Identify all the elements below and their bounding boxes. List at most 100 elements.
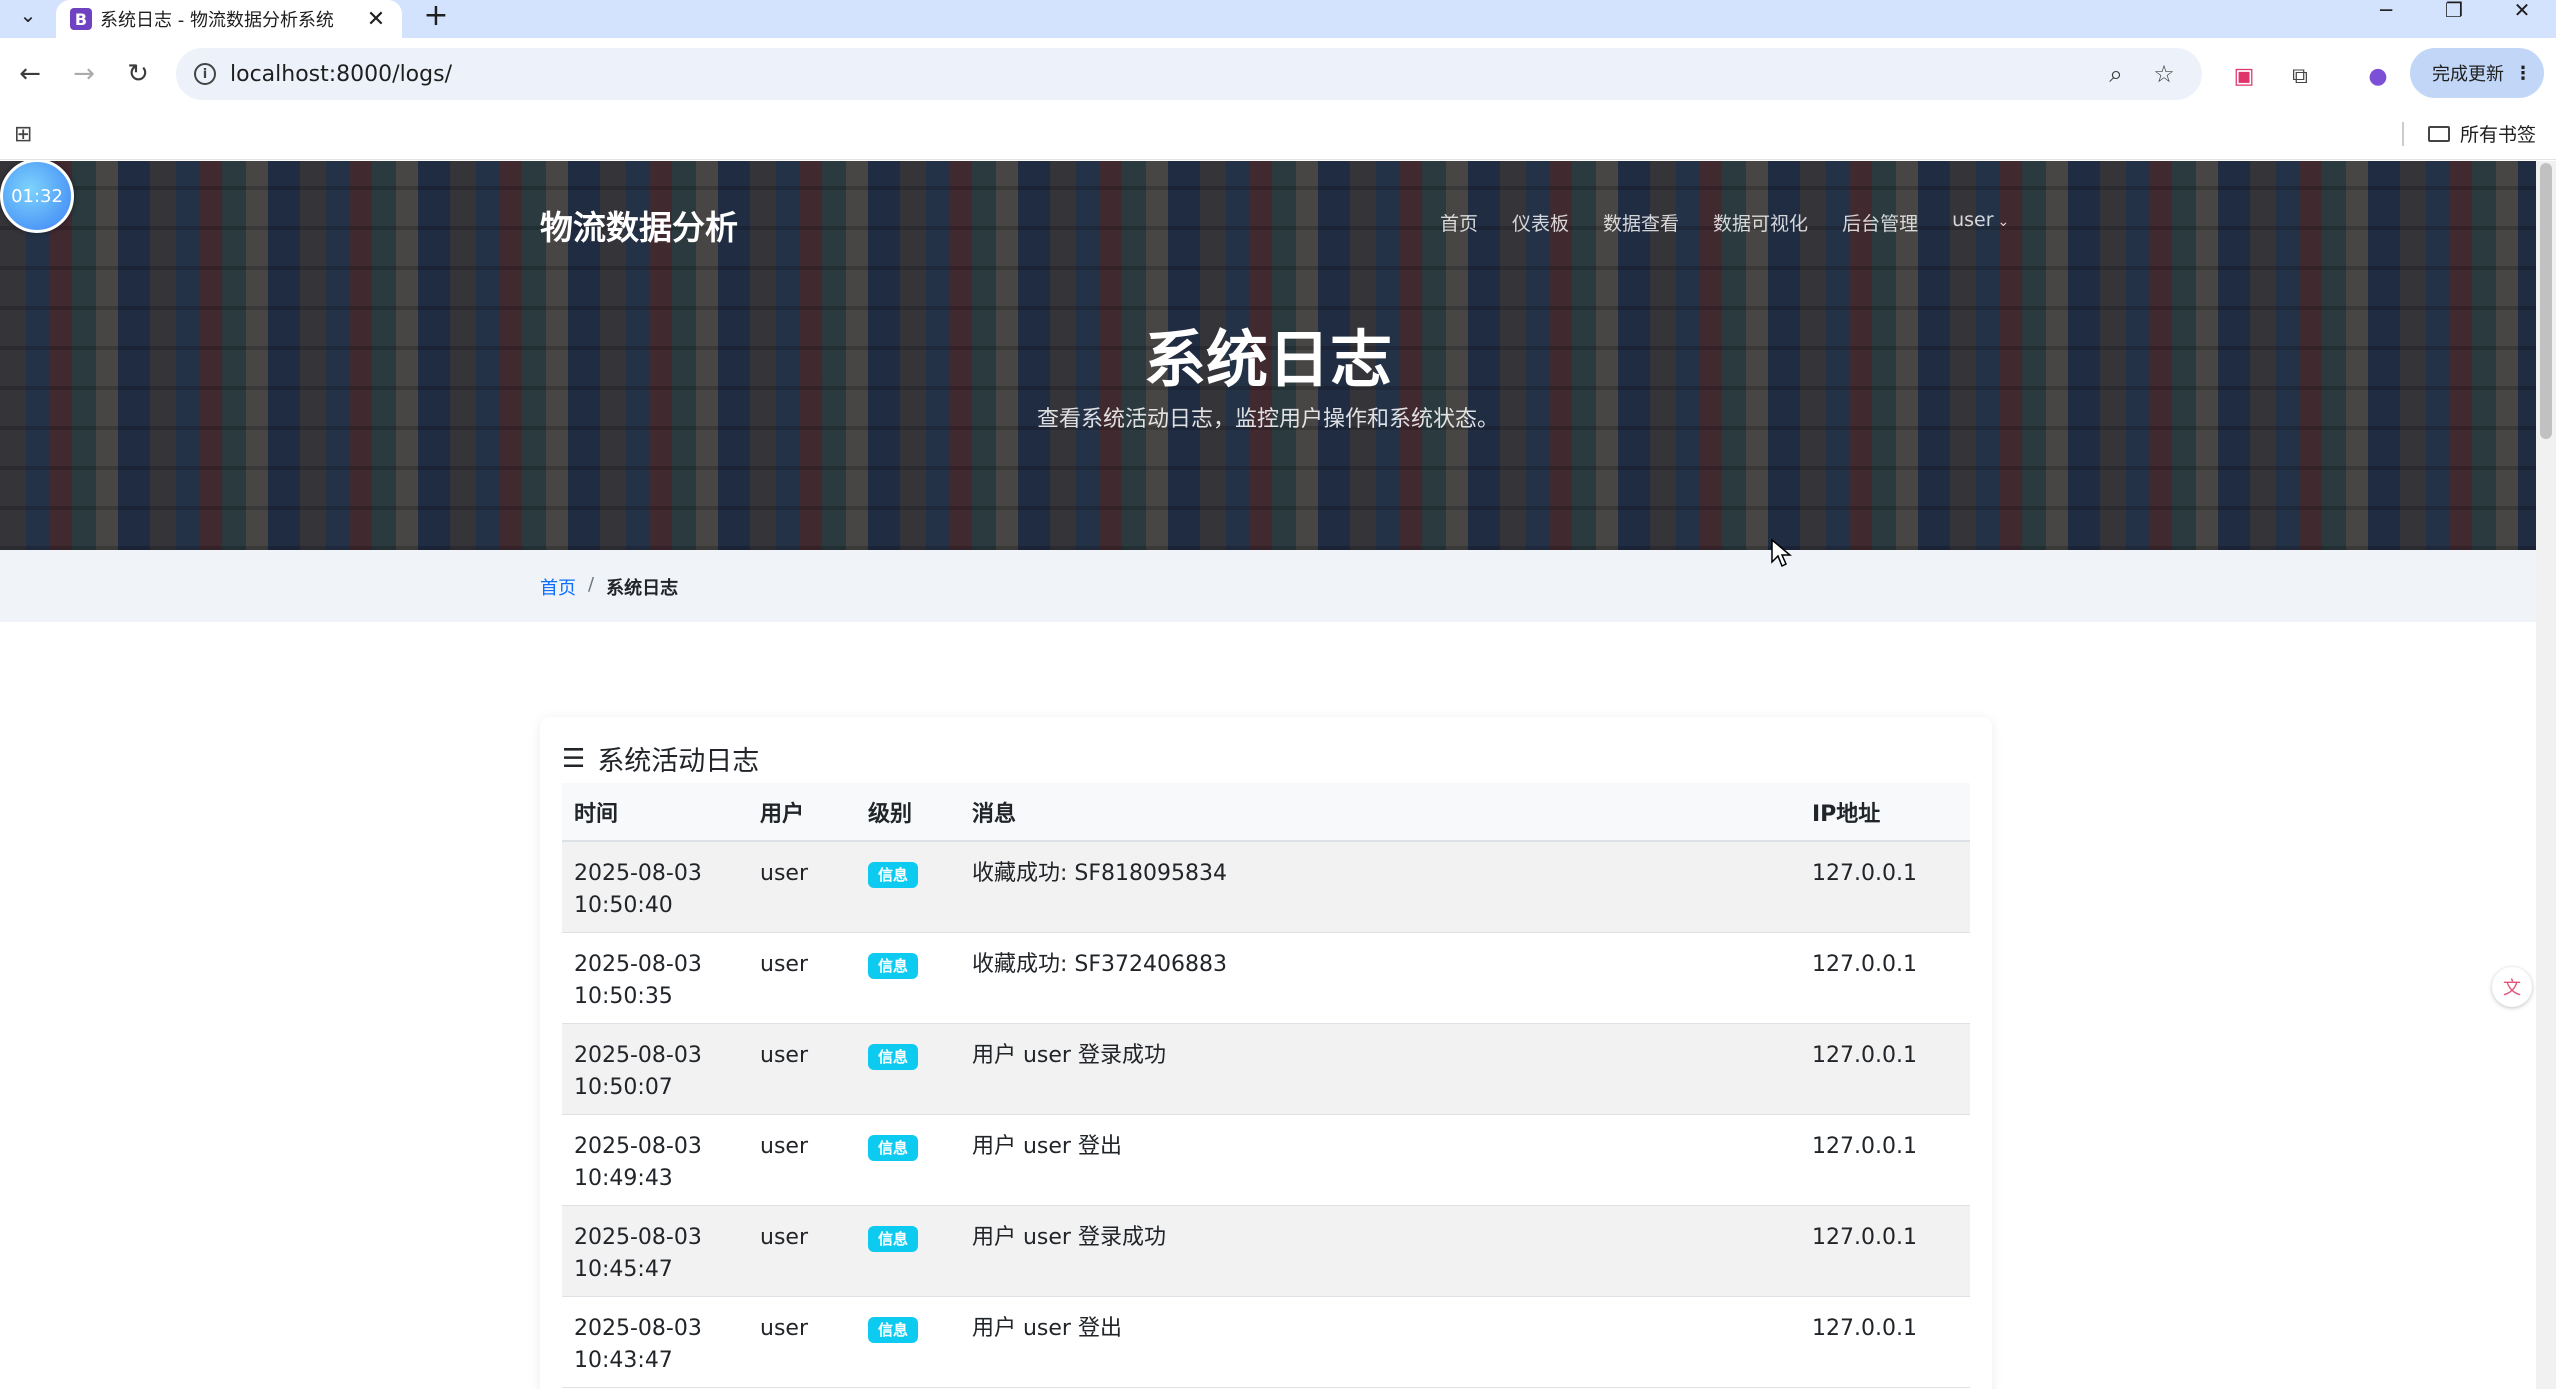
cell-date: 2025-08-03 <box>574 1042 702 1068</box>
cell-message: 用户 user 登录成功 <box>960 1205 1800 1297</box>
table-row: 2025-08-03 10:45:47 user 信息 用户 user 登录成功 … <box>562 1205 1970 1297</box>
cell-ip: 127.0.0.1 <box>1800 1205 1970 1297</box>
all-bookmarks-label: 所有书签 <box>2460 124 2537 146</box>
bookmarks-divider <box>2402 122 2404 146</box>
page-title: 系统日志 <box>1143 323 1392 396</box>
cell-date: 2025-08-03 <box>574 1224 702 1250</box>
breadcrumb-bar: 首页 / 系统日志 <box>0 550 2536 622</box>
level-badge: 信息 <box>868 1225 919 1252</box>
floating-translate-icon[interactable]: 文 <box>2492 967 2532 1007</box>
activity-log-card: ☰ 系统活动日志 时间 用户 级别 消息 IP地址 2025-08-03 10:5… <box>540 717 1992 1389</box>
breadcrumb-separator: / <box>588 574 595 595</box>
table-row: 2025-08-03 10:43:47 user 信息 用户 user 登出 12… <box>562 1296 1970 1388</box>
top-nav: 首页 仪表板 数据查看 数据可视化 后台管理 user ⌄ <box>1440 209 2009 236</box>
cell-clock: 10:43:47 <box>574 1347 673 1373</box>
nav-user-label: user <box>1952 209 1994 231</box>
table-row: 2025-08-03 10:50:07 user 信息 用户 user 登录成功 … <box>562 1023 1970 1115</box>
floating-timer-badge[interactable]: 01:32 <box>0 161 74 233</box>
hero-banner: 物流数据分析 首页 仪表板 数据查看 数据可视化 后台管理 user ⌄ 系统日志… <box>0 161 2536 550</box>
cell-message: 用户 user 登录成功 <box>960 1023 1800 1115</box>
tab-favicon-icon: B <box>70 8 92 30</box>
address-bar[interactable]: i localhost:8000/logs/ ⌕ ☆ <box>176 48 2202 100</box>
cell-ip: 127.0.0.1 <box>1800 1023 1970 1115</box>
zoom-magnifier-icon[interactable]: ⌕ <box>2100 58 2132 90</box>
cell-ip: 127.0.0.1 <box>1800 1296 1970 1388</box>
cell-user: user <box>748 1023 856 1115</box>
nav-data-view[interactable]: 数据查看 <box>1603 209 1679 236</box>
more-menu-icon[interactable]: ⋮ <box>2514 63 2532 84</box>
url-text[interactable]: localhost:8000/logs/ <box>230 62 452 87</box>
update-button-label: 完成更新 <box>2432 64 2504 85</box>
level-badge: 信息 <box>868 1134 919 1161</box>
cell-date: 2025-08-03 <box>574 951 702 977</box>
site-brand[interactable]: 物流数据分析 <box>540 201 738 249</box>
apps-grid-icon[interactable]: ⊞ <box>14 122 40 148</box>
column-header-level: 级别 <box>856 783 960 842</box>
cell-ip: 127.0.0.1 <box>1800 932 1970 1024</box>
browser-toolbar: ← → ↻ i localhost:8000/logs/ ⌕ ☆ ▣ ⧉ ● 完… <box>0 38 2556 110</box>
cell-level: 信息 <box>856 1023 960 1115</box>
level-badge: 信息 <box>868 862 919 888</box>
cell-time: 2025-08-03 10:50:40 <box>562 841 748 933</box>
tab-title: 系统日志 - 物流数据分析系统 <box>100 10 334 31</box>
forward-arrow-icon[interactable]: → <box>62 52 106 96</box>
scrollbar-thumb[interactable] <box>2540 163 2552 439</box>
reload-icon[interactable]: ↻ <box>116 52 160 96</box>
cell-clock: 10:50:35 <box>574 983 673 1009</box>
all-bookmarks-button[interactable]: 所有书签 <box>2428 120 2536 147</box>
nav-dashboard[interactable]: 仪表板 <box>1512 209 1569 236</box>
cell-message: 收藏成功: SF818095834 <box>960 841 1800 933</box>
cell-clock: 10:45:47 <box>574 1256 673 1282</box>
bookmark-star-icon[interactable]: ☆ <box>2148 58 2180 90</box>
cell-clock: 10:50:07 <box>574 1074 673 1100</box>
restore-icon[interactable]: ❐ <box>2424 0 2484 22</box>
update-button[interactable]: 完成更新 ⋮ <box>2410 48 2544 98</box>
nav-user-dropdown[interactable]: user ⌄ <box>1952 209 2009 236</box>
cell-ip: 127.0.0.1 <box>1800 1114 1970 1206</box>
nav-admin[interactable]: 后台管理 <box>1842 209 1918 236</box>
page-scrollbar[interactable] <box>2536 161 2556 1389</box>
breadcrumb: 首页 / 系统日志 <box>540 574 678 600</box>
window-close-icon[interactable]: ✕ <box>2492 0 2552 22</box>
extensions-puzzle-icon[interactable]: ⧉ <box>2284 60 2316 92</box>
cell-message: 用户 user 登出 <box>960 1296 1800 1388</box>
bookmarks-bar: ⊞ 所有书签 <box>0 110 2556 160</box>
column-header-message: 消息 <box>960 783 1800 842</box>
breadcrumb-home-link[interactable]: 首页 <box>540 574 576 600</box>
tab-close-icon[interactable]: ✕ <box>364 7 388 32</box>
table-row: 2025-08-03 10:49:43 user 信息 用户 user 登出 12… <box>562 1114 1970 1206</box>
cell-time: 2025-08-03 10:49:43 <box>562 1114 748 1206</box>
table-row: 2025-08-03 10:50:35 user 信息 收藏成功: SF37240… <box>562 932 1970 1024</box>
tab-search-chevron-icon[interactable]: ⌄ <box>8 0 48 30</box>
cell-level: 信息 <box>856 1205 960 1297</box>
cell-time: 2025-08-03 10:50:35 <box>562 932 748 1024</box>
back-arrow-icon[interactable]: ← <box>8 52 52 96</box>
column-header-user: 用户 <box>748 783 856 842</box>
list-icon: ☰ <box>562 743 586 774</box>
column-header-time: 时间 <box>562 783 748 842</box>
minimize-icon[interactable]: ─ <box>2356 0 2416 22</box>
cell-level: 信息 <box>856 932 960 1024</box>
cell-user: user <box>748 1114 856 1206</box>
nav-visualization[interactable]: 数据可视化 <box>1713 209 1808 236</box>
level-badge: 信息 <box>868 952 919 979</box>
translate-extension-icon[interactable]: ▣ <box>2228 60 2260 92</box>
new-tab-plus-icon[interactable]: + <box>420 0 452 33</box>
table-header-row: 时间 用户 级别 消息 IP地址 <box>562 783 1970 842</box>
cell-message: 用户 user 登出 <box>960 1114 1800 1206</box>
card-title: 系统活动日志 <box>597 746 760 777</box>
cell-date: 2025-08-03 <box>574 1315 702 1341</box>
profile-avatar-icon[interactable]: ● <box>2362 60 2394 92</box>
browser-tab[interactable]: B 系统日志 - 物流数据分析系统 ✕ <box>56 0 402 38</box>
table-row: 2025-08-03 10:50:40 user 信息 收藏成功: SF81809… <box>562 841 1970 933</box>
browser-tab-strip: ⌄ B 系统日志 - 物流数据分析系统 ✕ + ─ ❐ ✕ <box>0 0 2556 38</box>
folder-icon <box>2428 125 2450 142</box>
nav-home[interactable]: 首页 <box>1440 209 1478 236</box>
cell-level: 信息 <box>856 1114 960 1206</box>
cell-time: 2025-08-03 10:45:47 <box>562 1205 748 1297</box>
cell-user: user <box>748 1205 856 1297</box>
cell-level: 信息 <box>856 1296 960 1388</box>
chevron-down-icon: ⌄ <box>1997 214 2010 230</box>
level-badge: 信息 <box>868 1043 919 1070</box>
site-info-icon[interactable]: i <box>194 63 216 85</box>
